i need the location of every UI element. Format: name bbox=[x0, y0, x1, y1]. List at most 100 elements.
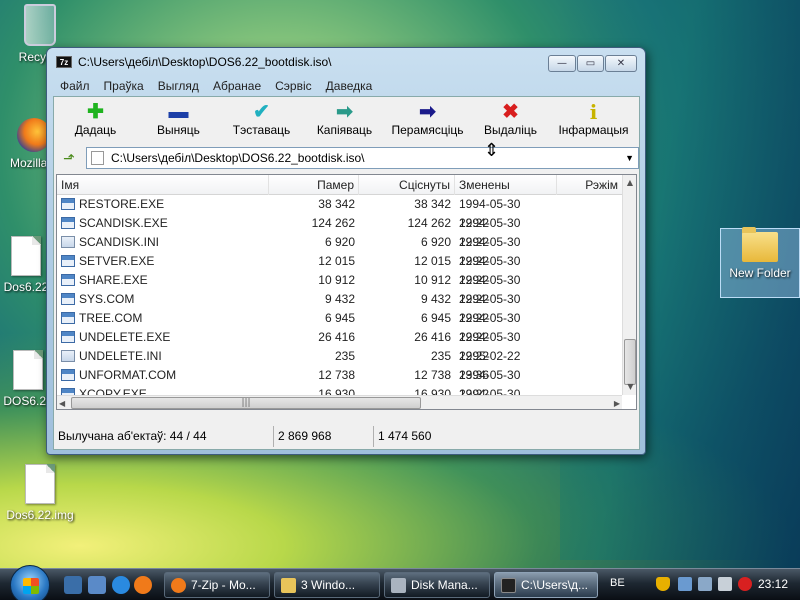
address-combobox[interactable]: C:\Users\дебіл\Desktop\DOS6.22_bootdisk.… bbox=[86, 147, 639, 169]
horizontal-scrollbar[interactable]: ◀ ||| ▶ bbox=[57, 395, 622, 409]
scroll-up-icon[interactable]: ▲ bbox=[623, 175, 636, 191]
column-header-mode[interactable]: Рэжім bbox=[557, 175, 622, 195]
plus-icon: ✚ bbox=[87, 101, 104, 123]
clock[interactable]: 23:12 bbox=[758, 577, 788, 591]
table-row[interactable]: RESTORE.EXE 38 342 38 342 1994-05-30 22:22 bbox=[57, 195, 622, 230]
table-row[interactable]: SYS.COM 9 432 9 432 1994-05-30 22:22 bbox=[57, 290, 622, 325]
firefox-icon bbox=[171, 578, 186, 593]
title-bar[interactable]: 7z C:\Users\дебіл\Desktop\DOS6.22_bootdi… bbox=[47, 48, 645, 76]
file-modified: 1994-05-30 22:22 bbox=[459, 330, 521, 363]
task-disk-management[interactable]: Disk Mana... bbox=[384, 572, 490, 598]
disk-management-icon bbox=[391, 578, 406, 593]
task-windows-explorer[interactable]: 3 Windo... bbox=[274, 572, 380, 598]
tray-app-icon[interactable] bbox=[678, 577, 692, 591]
file-modified: 1994-05-30 22:22 bbox=[459, 197, 521, 230]
show-desktop-icon[interactable] bbox=[64, 576, 82, 594]
scroll-thumb-horizontal[interactable]: ||| bbox=[71, 397, 421, 409]
file-mode bbox=[557, 271, 622, 290]
file-packed-size: 26 416 bbox=[414, 330, 451, 344]
copy-button[interactable]: ➡ Капіяваць bbox=[303, 97, 386, 145]
maximize-button[interactable]: ▭ bbox=[577, 55, 604, 72]
test-button[interactable]: ✔ Тэставаць bbox=[220, 97, 303, 145]
task-7zip[interactable]: 7-Zip - Mo... bbox=[164, 572, 270, 598]
file-size: 9 432 bbox=[324, 292, 355, 306]
table-row[interactable]: SETVER.EXE 12 015 12 015 1994-05-30 22:22 bbox=[57, 252, 622, 287]
task-archive-window[interactable]: C:\Users\д... bbox=[494, 572, 598, 598]
path-icon bbox=[91, 151, 104, 165]
menu-bar: Файл Праўка Выгляд Абранае Сэрвіс Даведк… bbox=[53, 76, 640, 96]
column-header-name[interactable]: Імя bbox=[57, 175, 269, 195]
executable-file-icon bbox=[61, 312, 75, 324]
close-button[interactable]: ✕ bbox=[605, 55, 637, 72]
minimize-button[interactable]: — bbox=[548, 55, 576, 72]
file-mode bbox=[557, 290, 622, 309]
settings-file-icon bbox=[61, 350, 75, 362]
file-name-cell: SHARE.EXE bbox=[57, 271, 269, 290]
vertical-scrollbar[interactable]: ▲ ▼ bbox=[622, 175, 636, 395]
file-packed-size: 124 262 bbox=[407, 216, 451, 230]
table-row[interactable]: UNFORMAT.COM 12 738 12 738 1994-05-30 22:22 bbox=[57, 366, 622, 401]
file-name: SHARE.EXE bbox=[79, 273, 148, 287]
toolbar: ✚ Дадаць ▬ Выняць ✔ Тэставаць ➡ Капіявац… bbox=[54, 97, 639, 145]
desktop-icon-label: New Folder bbox=[729, 266, 791, 280]
folder-icon bbox=[281, 578, 296, 593]
delete-button[interactable]: ✖ Выдаліць bbox=[469, 97, 552, 145]
file-modified: 1994-05-30 22:22 bbox=[459, 216, 521, 249]
language-indicator[interactable]: BE bbox=[610, 577, 625, 589]
task-label: 7-Zip - Mo... bbox=[191, 578, 256, 592]
switch-windows-icon[interactable] bbox=[88, 576, 106, 594]
table-row[interactable]: SCANDISK.INI 6 920 6 920 1994-05-30 22:22 bbox=[57, 233, 622, 268]
menu-edit[interactable]: Праўка bbox=[97, 76, 151, 96]
info-icon: i bbox=[589, 100, 598, 124]
table-row[interactable]: TREE.COM 6 945 6 945 1994-05-30 22:22 bbox=[57, 309, 622, 344]
file-name-cell: SETVER.EXE bbox=[57, 252, 269, 271]
file-size: 38 342 bbox=[318, 197, 355, 211]
file-size: 12 738 bbox=[318, 368, 355, 382]
file-size: 6 920 bbox=[324, 235, 355, 249]
start-button[interactable] bbox=[10, 565, 50, 600]
table-row[interactable]: SHARE.EXE 10 912 10 912 1994-05-30 22:22 bbox=[57, 271, 622, 306]
info-button[interactable]: i Інфармацыя bbox=[552, 97, 635, 145]
column-header-size[interactable]: Памер bbox=[269, 175, 359, 195]
internet-explorer-icon[interactable] bbox=[112, 576, 130, 594]
file-mode bbox=[557, 309, 622, 328]
column-header-modified[interactable]: Зменены bbox=[455, 175, 557, 195]
alert-icon[interactable] bbox=[738, 577, 752, 591]
desktop-icon-new-folder[interactable]: New Folder bbox=[720, 227, 800, 280]
table-row[interactable]: SCANDISK.EXE 124 262 124 262 1994-05-30 22:… bbox=[57, 214, 622, 249]
network-icon[interactable] bbox=[698, 577, 712, 591]
security-shield-icon[interactable] bbox=[656, 577, 670, 591]
file-mode bbox=[557, 195, 622, 214]
move-button[interactable]: ➡ Перамясціць bbox=[386, 97, 469, 145]
7zip-icon bbox=[501, 578, 516, 593]
table-row[interactable]: UNDELETE.EXE 26 416 26 416 1994-05-30 22:22 bbox=[57, 328, 622, 363]
menu-help[interactable]: Даведка bbox=[319, 76, 380, 96]
file-name: RESTORE.EXE bbox=[79, 197, 165, 211]
status-total-packed: 1 474 560 bbox=[378, 429, 432, 443]
menu-tools[interactable]: Сэрвіс bbox=[268, 76, 319, 96]
copy-button-label: Капіяваць bbox=[316, 123, 373, 137]
file-name-cell: UNDELETE.EXE bbox=[57, 328, 269, 347]
task-label: Disk Mana... bbox=[411, 578, 478, 592]
firefox-quicklaunch-icon[interactable] bbox=[134, 576, 152, 594]
add-button[interactable]: ✚ Дадаць bbox=[54, 97, 137, 145]
file-list: Імя Памер Сціснуты Зменены Рэжім RESTORE… bbox=[56, 174, 637, 410]
scroll-down-icon[interactable]: ▼ bbox=[623, 379, 636, 395]
column-header-packed[interactable]: Сціснуты bbox=[359, 175, 455, 195]
extract-button[interactable]: ▬ Выняць bbox=[137, 97, 220, 145]
folder-up-icon[interactable]: ⬏ bbox=[58, 149, 80, 169]
7zip-app-icon[interactable]: 7z bbox=[56, 56, 72, 68]
desktop-icon-label: Dos6.22.img bbox=[6, 508, 74, 522]
desktop-icon-dos622-img[interactable]: Dos6.22.img bbox=[0, 464, 80, 522]
file-name: SYS.COM bbox=[79, 292, 135, 306]
scroll-left-icon[interactable]: ◀ bbox=[59, 396, 65, 409]
window-client: ✚ Дадаць ▬ Выняць ✔ Тэставаць ➡ Капіявац… bbox=[53, 96, 640, 450]
table-row[interactable]: UNDELETE.INI 235 235 1995-02-22 23:36 bbox=[57, 347, 622, 382]
chevron-down-icon[interactable]: ▼ bbox=[625, 148, 634, 168]
speaker-muted-icon[interactable] bbox=[718, 577, 732, 591]
scroll-right-icon[interactable]: ▶ bbox=[614, 396, 620, 409]
menu-view[interactable]: Выгляд bbox=[151, 76, 206, 96]
file-mode bbox=[557, 214, 622, 233]
menu-favorites[interactable]: Абранае bbox=[206, 76, 268, 96]
menu-file[interactable]: Файл bbox=[53, 76, 97, 96]
